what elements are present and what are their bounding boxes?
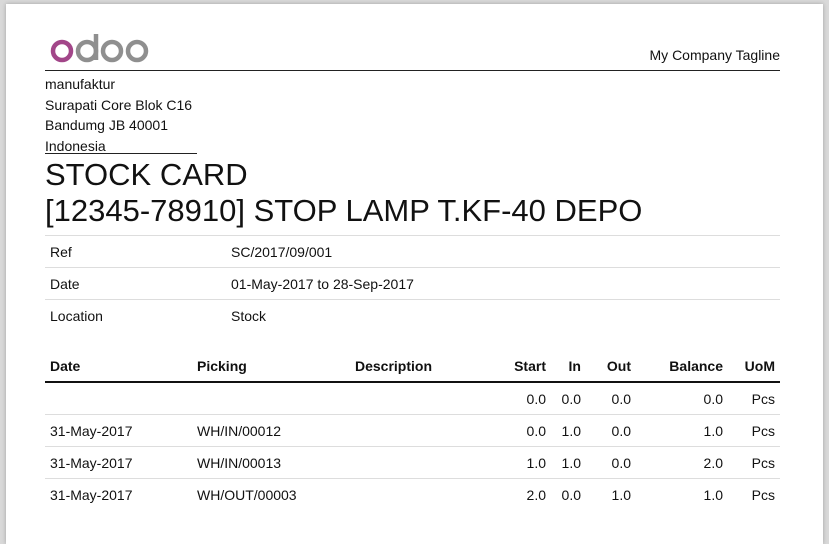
report-title: STOCK CARD [12345-78910] STOP LAMP T.KF-… xyxy=(45,157,642,229)
cell-out: 0.0 xyxy=(586,414,636,447)
cell-date xyxy=(45,382,192,415)
cell-balance: 2.0 xyxy=(636,446,728,479)
cell-uom: Pcs xyxy=(728,414,780,447)
col-header-in: In xyxy=(551,351,586,383)
stock-moves-table: Date Picking Description Start In Out Ba… xyxy=(45,351,780,510)
cell-balance: 1.0 xyxy=(636,414,728,447)
table-header-row: Date Picking Description Start In Out Ba… xyxy=(45,351,780,383)
cell-description xyxy=(350,446,485,479)
col-header-picking: Picking xyxy=(192,351,350,383)
table-row: 31-May-2017 WH/IN/00013 1.0 1.0 0.0 2.0 … xyxy=(45,446,780,479)
cell-balance: 1.0 xyxy=(636,478,728,510)
info-row: Location Stock xyxy=(45,299,780,331)
company-street: Surapati Core Blok C16 xyxy=(45,96,193,113)
table-row: 31-May-2017 WH/OUT/00003 2.0 0.0 1.0 1.0… xyxy=(45,478,780,510)
report-info-table: Ref SC/2017/09/001 Date 01-May-2017 to 2… xyxy=(45,235,780,331)
cell-date: 31-May-2017 xyxy=(45,414,192,447)
info-value: 01-May-2017 to 28-Sep-2017 xyxy=(226,267,780,300)
cell-in: 1.0 xyxy=(551,414,586,447)
report-heading: STOCK CARD xyxy=(45,157,248,192)
table-row: 31-May-2017 WH/IN/00012 0.0 1.0 0.0 1.0 … xyxy=(45,414,780,447)
cell-start: 0.0 xyxy=(526,390,546,407)
address-divider xyxy=(45,153,197,154)
cell-date: 31-May-2017 xyxy=(45,478,192,510)
cell-date: 31-May-2017 xyxy=(45,446,192,479)
cell-out: 1.0 xyxy=(586,478,636,510)
cell-balance: 0.0 xyxy=(703,390,723,407)
cell-picking: WH/IN/00012 xyxy=(192,414,350,447)
col-header-start: Start xyxy=(485,351,551,383)
company-address: manufaktur Surapati Core Blok C16 Bandum… xyxy=(45,74,192,156)
col-header-uom: UoM xyxy=(728,351,780,383)
header-divider xyxy=(45,70,780,71)
info-row: Ref SC/2017/09/001 xyxy=(45,235,780,268)
cell-out: 0.0 xyxy=(611,390,631,407)
cell-description xyxy=(350,478,485,510)
cell-description xyxy=(350,414,485,447)
cell-start: 0.0 xyxy=(485,414,551,447)
cell-picking: WH/IN/00013 xyxy=(192,446,350,479)
cell-in: 0.0 xyxy=(561,390,581,407)
cell-uom: Pcs xyxy=(728,478,780,510)
info-label: Ref xyxy=(45,235,226,268)
cell-uom: Pcs xyxy=(751,390,775,407)
company-name: manufaktur xyxy=(45,76,116,92)
col-header-description: Description xyxy=(350,351,485,383)
col-header-balance: Balance xyxy=(636,351,728,383)
table-row: 0.0 0.0 0.0 0.0 Pcs xyxy=(45,382,780,415)
cell-picking: WH/OUT/00003 xyxy=(192,478,350,510)
cell-picking xyxy=(192,382,350,415)
odoo-logo xyxy=(50,34,149,63)
company-tagline: My Company Tagline xyxy=(649,47,780,63)
cell-uom: Pcs xyxy=(728,446,780,479)
info-label: Date xyxy=(45,267,226,300)
cell-description xyxy=(350,382,485,415)
info-row: Date 01-May-2017 to 28-Sep-2017 xyxy=(45,267,780,300)
cell-in: 0.0 xyxy=(551,478,586,510)
cell-start: 2.0 xyxy=(485,478,551,510)
cell-out: 0.0 xyxy=(586,446,636,479)
col-header-out: Out xyxy=(586,351,636,383)
product-name: [12345-78910] STOP LAMP T.KF-40 DEPO xyxy=(45,193,643,228)
col-header-date: Date xyxy=(45,351,192,383)
cell-start: 1.0 xyxy=(485,446,551,479)
report-page: My Company Tagline manufaktur Surapati C… xyxy=(6,4,823,544)
cell-in: 1.0 xyxy=(551,446,586,479)
info-label: Location xyxy=(45,299,226,331)
company-city: Bandumg JB 40001 xyxy=(45,117,168,133)
info-value: Stock xyxy=(226,299,780,331)
info-value: SC/2017/09/001 xyxy=(226,235,780,268)
